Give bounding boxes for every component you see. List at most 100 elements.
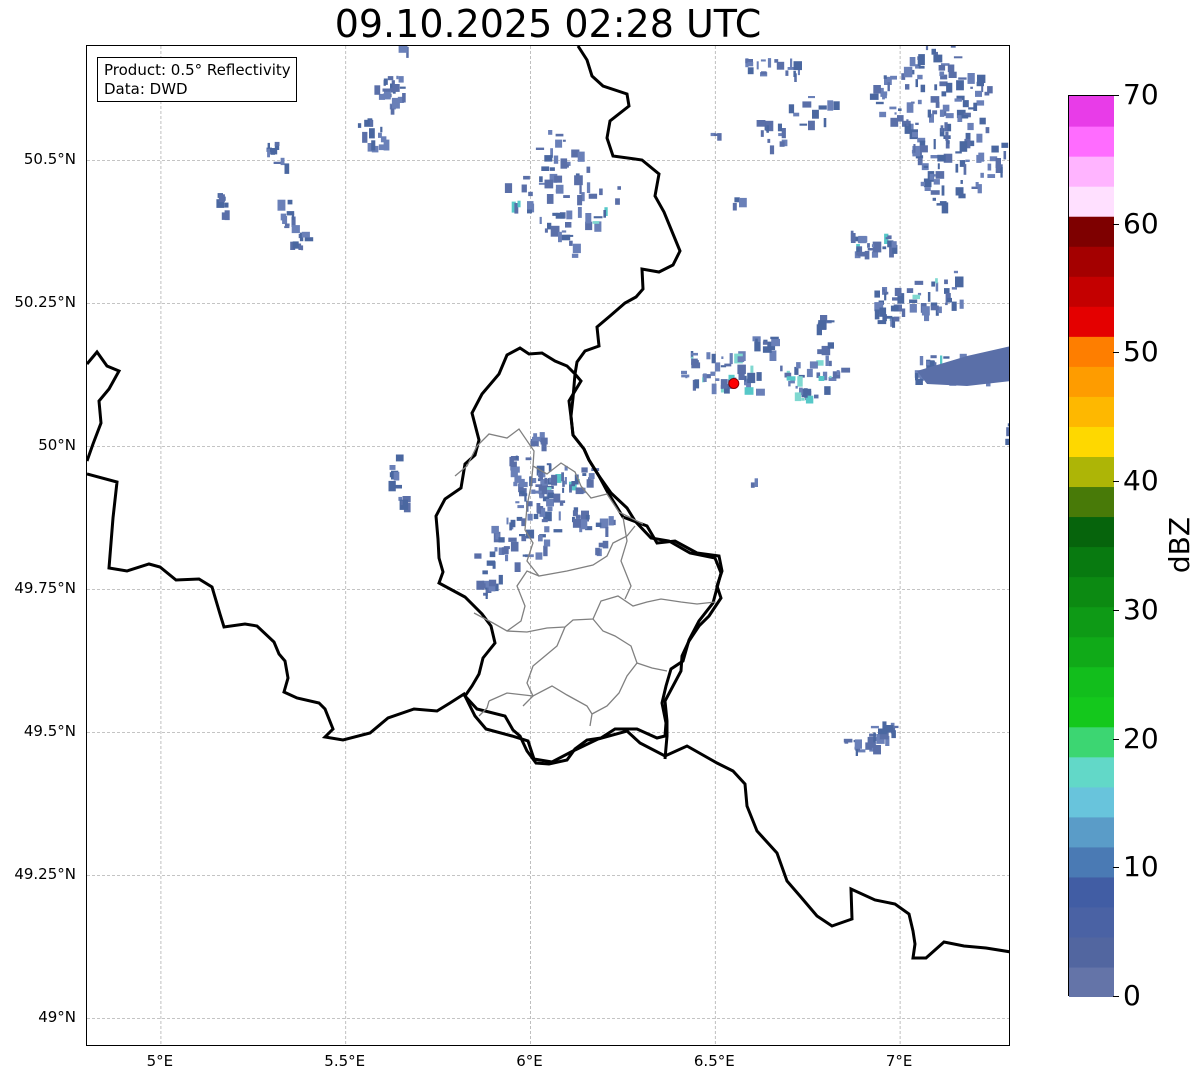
echo-pixel — [941, 91, 947, 97]
echo-pixel — [517, 200, 521, 208]
echo-pixel — [541, 508, 545, 516]
echo-pixel — [582, 473, 587, 476]
colorbar-swatch — [1069, 576, 1114, 608]
echo-pixel — [779, 141, 785, 147]
echo-pixel — [873, 732, 876, 743]
echo-pixel — [221, 212, 230, 220]
echo-pixel — [717, 133, 722, 141]
echo-pixel — [605, 526, 609, 537]
echo-pixel — [760, 130, 764, 137]
echo-pixel — [533, 490, 542, 494]
echo-pixel — [881, 728, 888, 734]
echo-pixel — [809, 361, 818, 369]
border-france-belgium — [87, 472, 1009, 960]
echo-pixel — [488, 579, 497, 587]
echo-pixel — [891, 730, 896, 739]
echo-pixel — [543, 539, 551, 547]
echo-pixel — [371, 140, 376, 151]
echo-pixel — [929, 173, 934, 180]
echo-pixel — [801, 398, 805, 401]
echo-pixel — [869, 93, 879, 100]
echo-pixel — [887, 82, 890, 92]
radar-map[interactable] — [86, 45, 1010, 1046]
echo-pixel — [491, 525, 499, 534]
echo-pixel — [541, 519, 548, 523]
echo-pixel — [873, 85, 881, 94]
echo-pixel — [551, 474, 558, 486]
echo-pixel — [944, 279, 948, 285]
echo-pixel — [755, 338, 758, 342]
echo-pixel — [762, 341, 768, 345]
echo-pixel — [874, 290, 880, 298]
colorbar-swatch — [1069, 156, 1114, 187]
colorbar-tick-label: 20 — [1123, 721, 1159, 755]
echo-pixel — [756, 372, 762, 381]
echo-pixel — [984, 91, 990, 96]
colorbar-swatch — [1069, 936, 1114, 968]
echo-pixel — [785, 70, 789, 76]
echo-pixel — [273, 161, 282, 164]
echo-pixel — [585, 514, 590, 520]
echo-pixel — [818, 376, 825, 381]
echo-pixel — [943, 356, 950, 359]
echo-pixel — [706, 352, 711, 360]
echo-pixel — [958, 77, 967, 80]
echo-pixel — [1005, 438, 1009, 445]
echo-pixel — [796, 362, 801, 369]
echo-pixel — [504, 183, 513, 193]
lat-label: 49.25°N — [14, 865, 76, 884]
echo-pixel — [280, 157, 285, 166]
echo-pixel — [615, 198, 620, 205]
echo-pixel — [938, 65, 946, 71]
colorbar — [1068, 95, 1114, 997]
echo-pixel — [521, 493, 528, 496]
echo-pixel — [970, 140, 975, 147]
echo-pixel — [539, 216, 542, 224]
radar-site-marker[interactable] — [728, 377, 740, 389]
echo-pixel — [955, 187, 964, 196]
echo-pixel — [780, 365, 783, 372]
echo-pixel — [944, 122, 948, 132]
echo-pixel — [581, 467, 588, 473]
echo-pixel — [761, 71, 767, 75]
echo-pixel — [909, 304, 917, 313]
echo-pixel — [812, 109, 819, 119]
echo-pixel — [935, 282, 939, 292]
echo-pixel — [389, 472, 394, 478]
echo-pixel — [519, 481, 528, 488]
echo-pixel — [818, 105, 827, 110]
echo-pixel — [382, 88, 390, 92]
echo-pixel — [823, 118, 827, 128]
colorbar-tick — [1113, 996, 1119, 997]
echo-pixel — [883, 75, 887, 79]
map-canvas — [87, 46, 1009, 1045]
echo-pixel — [400, 500, 403, 505]
echo-pixel — [795, 385, 798, 389]
map-title: 09.10.2025 02:28 UTC — [334, 2, 762, 46]
echo-pixel — [357, 123, 362, 128]
echo-pixel — [703, 373, 707, 382]
echo-pixel — [562, 480, 565, 487]
echo-pixel — [855, 749, 858, 756]
echo-pixel — [793, 70, 796, 77]
echo-pixel — [514, 562, 521, 572]
product-text: Product: 0.5° Reflectivity — [104, 61, 291, 79]
echo-pixel — [976, 133, 983, 143]
echo-pixel — [572, 510, 578, 517]
echo-pixel — [933, 54, 943, 63]
colorbar-swatch — [1069, 846, 1114, 878]
echo-pixel — [603, 210, 606, 218]
echo-pixel — [547, 492, 555, 499]
echo-pixel — [947, 140, 950, 144]
echo-pixel — [977, 74, 986, 83]
echo-pixel — [808, 96, 815, 99]
echo-pixel — [533, 433, 538, 441]
echo-pixel — [980, 172, 984, 178]
echo-pixel — [690, 352, 698, 356]
echo-pixel — [887, 235, 892, 239]
lat-label: 49.75°N — [14, 579, 76, 598]
echo-pixel — [489, 551, 496, 558]
echo-pixel — [387, 76, 394, 81]
echo-pixel — [991, 145, 999, 153]
echo-pixel — [593, 216, 603, 219]
